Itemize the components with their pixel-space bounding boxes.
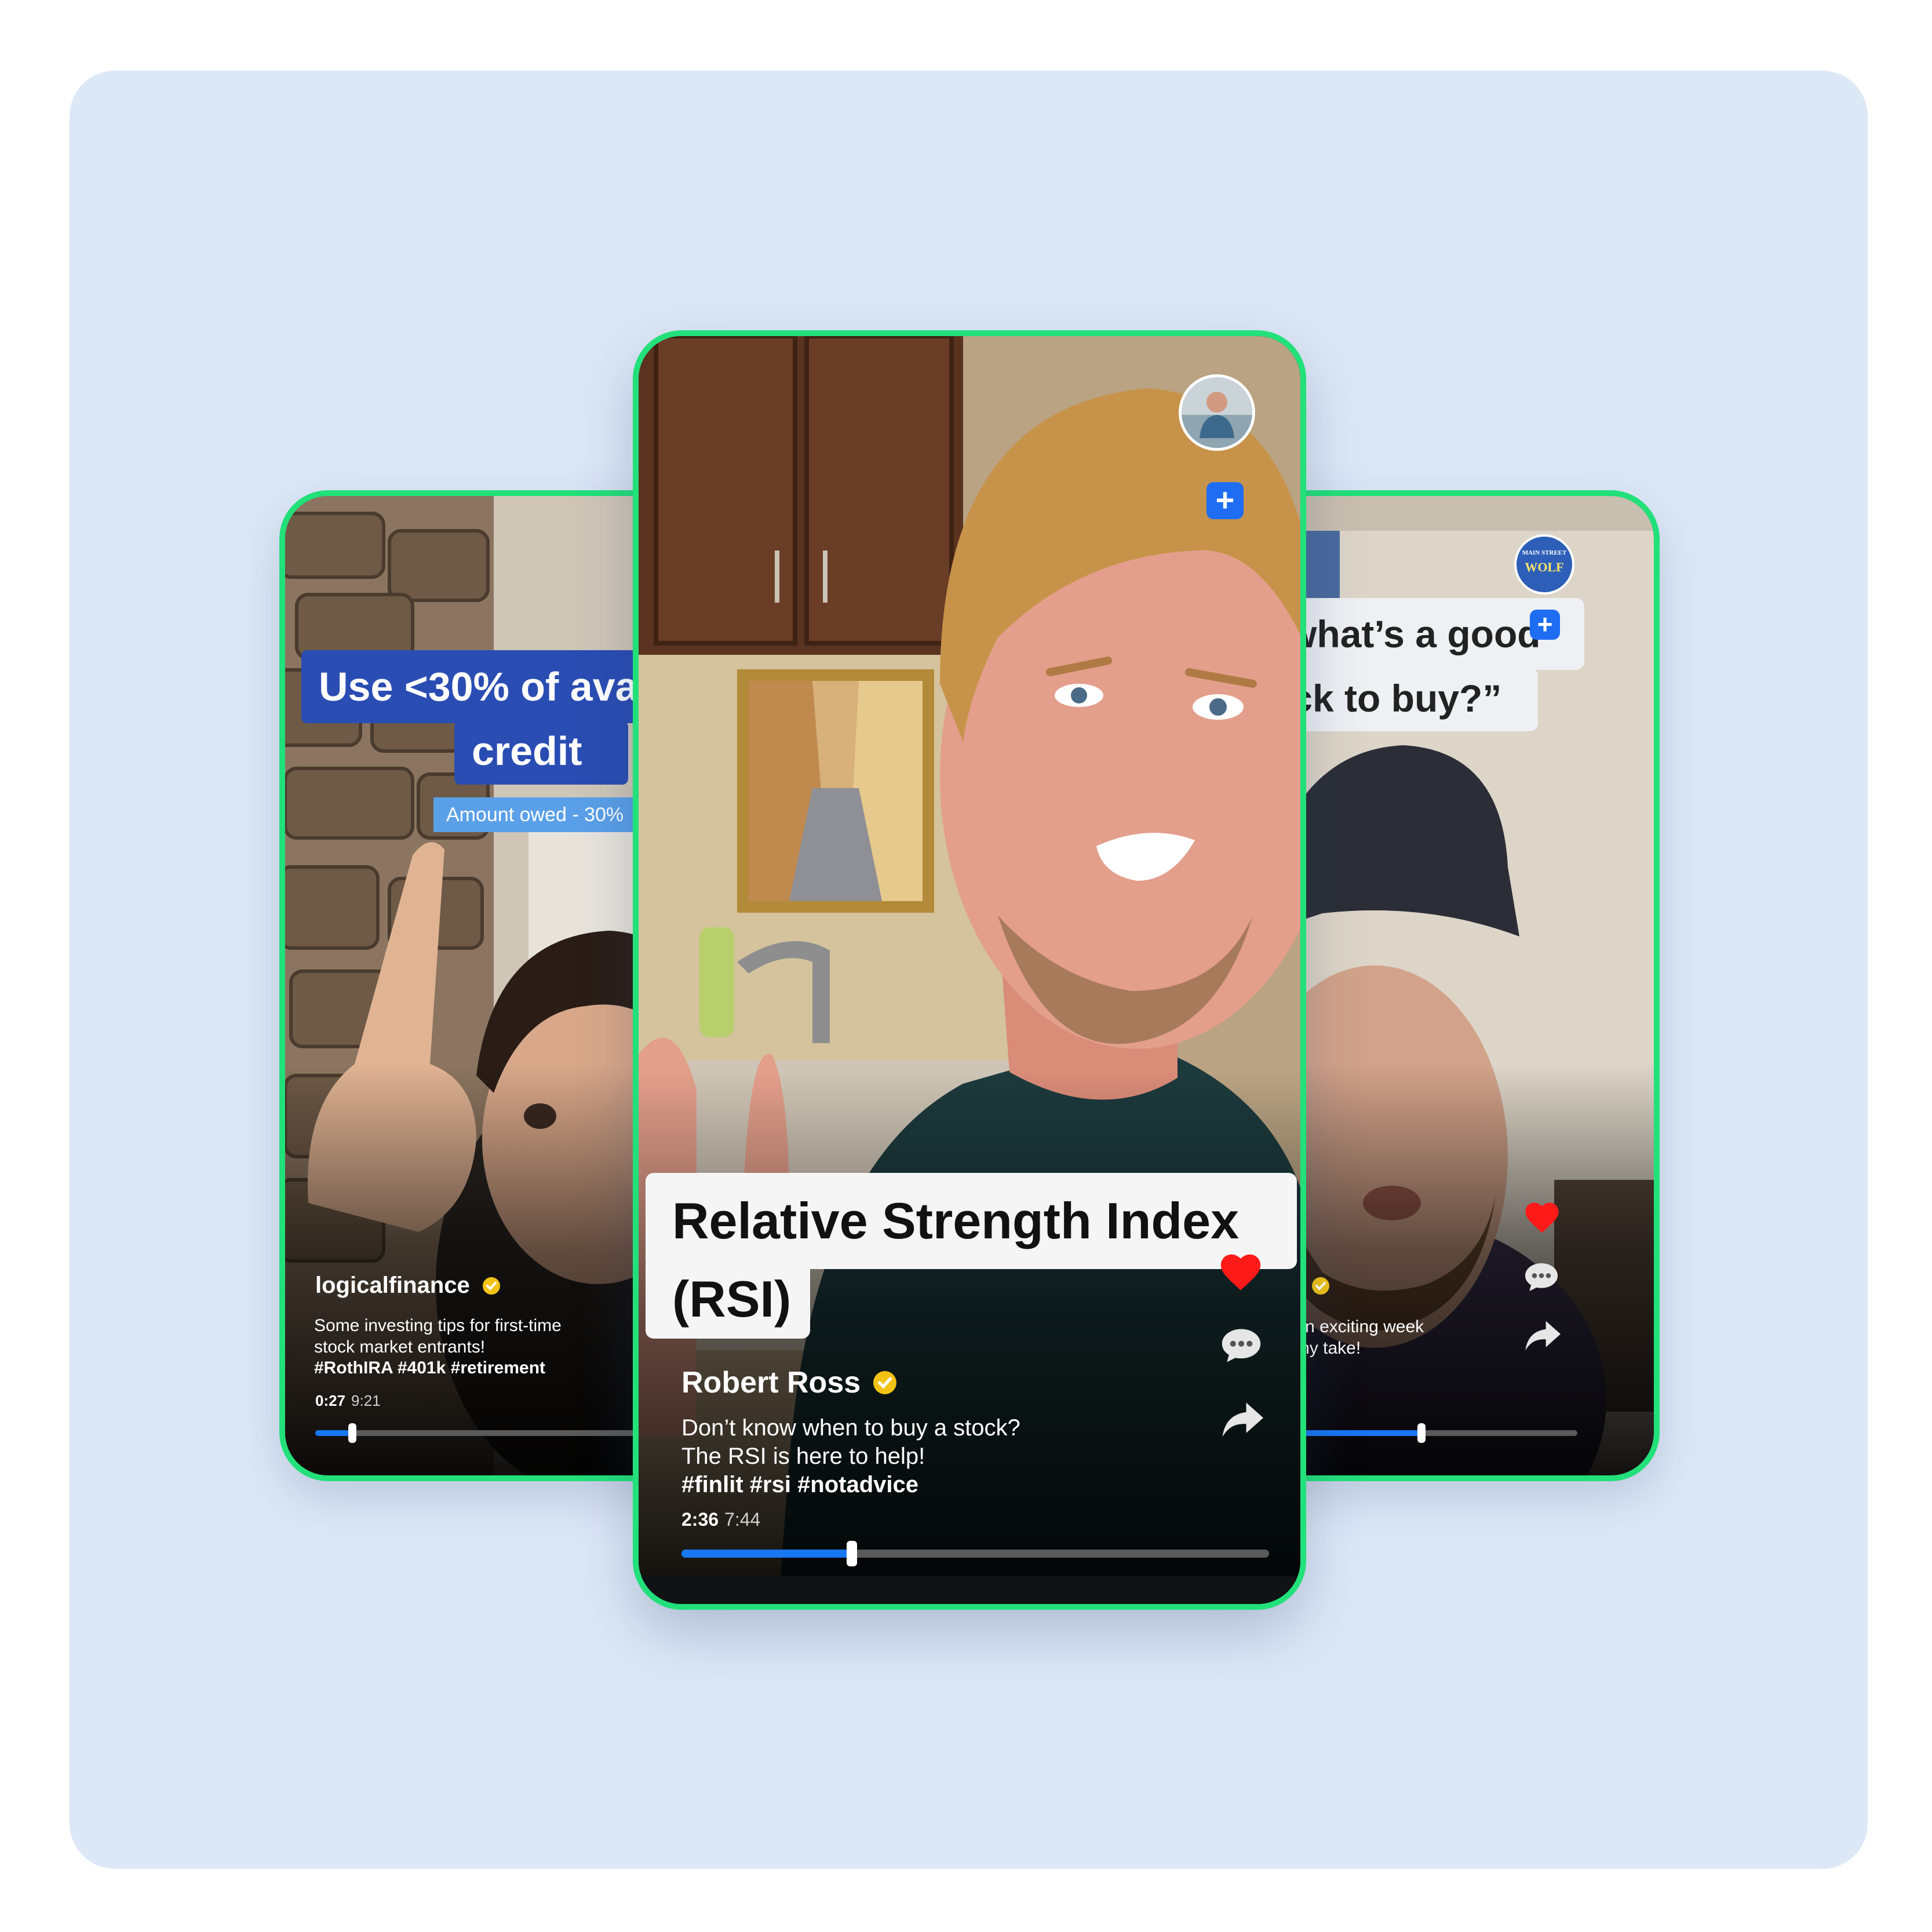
- caption-line-2: (RSI): [646, 1263, 810, 1339]
- comment-icon[interactable]: [1523, 1260, 1560, 1295]
- progress-bar-center[interactable]: [681, 1541, 1269, 1566]
- caption-line-1: Use <30% of ava: [301, 650, 679, 723]
- caption-line-2: credit: [454, 721, 628, 785]
- description-center: Don’t know when to buy a stock? The RSI …: [681, 1414, 1191, 1499]
- comment-icon[interactable]: [1219, 1325, 1263, 1366]
- caption-line-1: Relative Strength Index: [646, 1173, 1297, 1269]
- verified-icon: [873, 1371, 897, 1394]
- bottom-gradient: [1253, 1064, 1654, 1475]
- progress-fill: [681, 1550, 852, 1558]
- video-card-left[interactable]: Use <30% of ava credit Amount owed - 30%…: [279, 490, 685, 1481]
- progress-handle[interactable]: [1417, 1423, 1426, 1443]
- verified-icon: [482, 1277, 500, 1295]
- video-card-center[interactable]: + Relative Strength Index (RSI) Robert R…: [633, 330, 1306, 1610]
- heart-icon[interactable]: [1523, 1200, 1561, 1234]
- timestamp-left: 0:27 9:21: [315, 1392, 381, 1409]
- timestamp-center: 2:36 7:44: [681, 1509, 761, 1530]
- description-left: Some investing tips for first-time stock…: [314, 1315, 673, 1379]
- username-center[interactable]: Robert Ross: [681, 1365, 897, 1400]
- share-icon[interactable]: [1523, 1318, 1562, 1354]
- hashtags[interactable]: #finlit #rsi #notadvice: [681, 1471, 1191, 1499]
- video-card-right[interactable]: y what’s a good tock to buy?” MAIN STREE…: [1247, 490, 1660, 1481]
- progress-fill: [315, 1430, 352, 1436]
- follow-button[interactable]: +: [1206, 482, 1244, 519]
- verified-icon: [1311, 1277, 1329, 1295]
- heart-icon[interactable]: [1218, 1251, 1263, 1292]
- creator-avatar[interactable]: [1179, 374, 1255, 451]
- progress-handle[interactable]: [847, 1541, 858, 1566]
- follow-button[interactable]: +: [1530, 610, 1560, 640]
- progress-handle[interactable]: [348, 1423, 356, 1443]
- username-left[interactable]: logicalfinance: [315, 1273, 500, 1299]
- share-icon[interactable]: [1219, 1399, 1266, 1441]
- hashtags[interactable]: #RothIRA #401k #retirement: [314, 1358, 673, 1379]
- creator-avatar[interactable]: MAIN STREET WOLF: [1514, 534, 1574, 595]
- bottom-gradient: [285, 1064, 679, 1475]
- bottom-bar: [639, 1576, 1300, 1604]
- progress-bar-left[interactable]: [315, 1423, 679, 1443]
